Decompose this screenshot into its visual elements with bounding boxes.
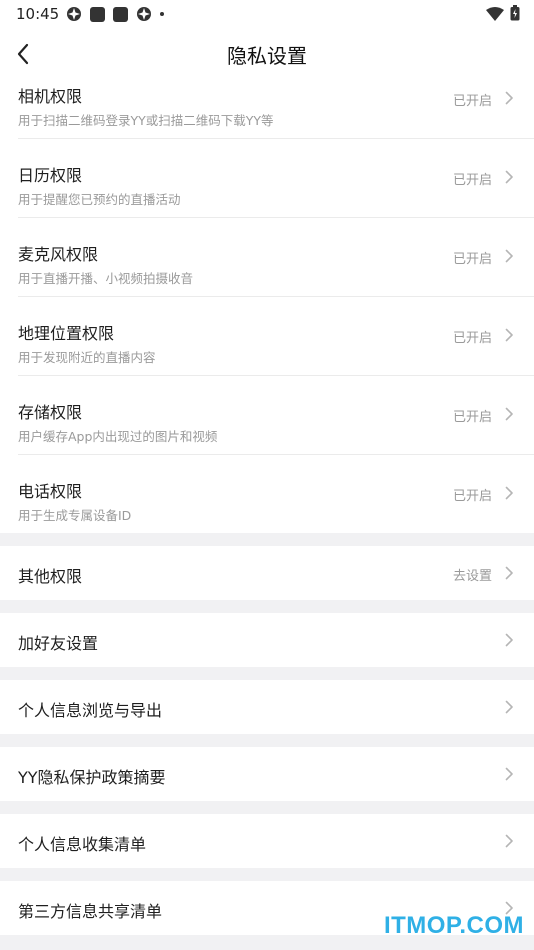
add-friend-settings-item[interactable]: 加好友设置 — [0, 613, 534, 667]
settings-scroll-area[interactable]: 相机权限 用于扫描二维码登录YY或扫描二维码下载YY等 已开启 日历权限 用于提… — [0, 60, 534, 950]
permission-title: 相机权限 — [18, 87, 83, 106]
square-notification-icon — [113, 6, 128, 22]
app-notification-icon — [136, 6, 152, 22]
permission-item-location[interactable]: 地理位置权限 用于发现附近的直播内容 已开启 — [18, 297, 534, 376]
permission-title: 麦克风权限 — [18, 245, 99, 264]
permission-title: 电话权限 — [18, 482, 83, 501]
chevron-right-icon — [505, 566, 513, 580]
permission-desc: 用于扫描二维码登录YY或扫描二维码下载YY等 — [18, 113, 274, 128]
other-permissions-status: 去设置 — [452, 569, 492, 584]
status-icons-left — [66, 6, 164, 22]
permission-title: 地理位置权限 — [18, 324, 115, 343]
chevron-right-icon — [505, 633, 513, 647]
app-notification-icon — [66, 6, 82, 22]
settings-item-title: 个人信息收集清单 — [18, 835, 147, 854]
status-bar: 10:45 — [0, 0, 534, 28]
permission-title: 存储权限 — [18, 403, 83, 422]
permission-item-storage[interactable]: 存储权限 用户缓存App内出现过的图片和视频 已开启 — [18, 376, 534, 455]
other-permissions-item[interactable]: 其他权限 去设置 — [0, 546, 534, 600]
chevron-right-icon — [505, 91, 513, 105]
chevron-right-icon — [505, 407, 513, 421]
square-notification-icon — [90, 6, 105, 22]
site-watermark: ITMOP.COM — [383, 912, 524, 939]
permission-desc: 用于提醒您已预约的直播活动 — [18, 192, 181, 207]
permission-desc: 用户缓存App内出现过的图片和视频 — [18, 429, 218, 444]
chevron-right-icon — [505, 700, 513, 714]
settings-item-title: YY隐私保护政策摘要 — [18, 768, 166, 787]
nav-bar: 隐私设置 — [0, 28, 534, 80]
chevron-right-icon — [505, 834, 513, 848]
permission-status: 已开启 — [452, 489, 492, 504]
battery-icon — [510, 5, 520, 25]
other-permissions-title: 其他权限 — [18, 567, 83, 586]
permission-item-phone[interactable]: 电话权限 用于生成专属设备ID 已开启 — [18, 455, 534, 533]
settings-item-title: 第三方信息共享清单 — [18, 902, 163, 921]
privacy-policy-summary-item[interactable]: YY隐私保护政策摘要 — [0, 747, 534, 801]
chevron-right-icon — [505, 486, 513, 500]
personal-info-export-item[interactable]: 个人信息浏览与导出 — [0, 680, 534, 734]
permission-desc: 用于发现附近的直播内容 — [18, 350, 156, 365]
permission-status: 已开启 — [452, 410, 492, 425]
settings-item-title: 加好友设置 — [18, 634, 99, 653]
permission-desc: 用于直播开播、小视频拍摄收音 — [18, 271, 194, 286]
chevron-right-icon — [505, 328, 513, 342]
status-time: 10:45 — [16, 5, 60, 23]
settings-item-title: 个人信息浏览与导出 — [18, 701, 163, 720]
chevron-right-icon — [505, 767, 513, 781]
chevron-right-icon — [505, 249, 513, 263]
permission-status: 已开启 — [452, 331, 492, 346]
status-icons-right — [486, 5, 520, 25]
permissions-group: 相机权限 用于扫描二维码登录YY或扫描二维码下载YY等 已开启 日历权限 用于提… — [0, 60, 534, 533]
permission-item-microphone[interactable]: 麦克风权限 用于直播开播、小视频拍摄收音 已开启 — [18, 218, 534, 297]
page-title: 隐私设置 — [227, 44, 307, 68]
chevron-right-icon — [505, 170, 513, 184]
more-dot-icon — [160, 12, 164, 16]
permission-status: 已开启 — [452, 252, 492, 267]
permission-item-calendar[interactable]: 日历权限 用于提醒您已预约的直播活动 已开启 — [18, 139, 534, 218]
permission-title: 日历权限 — [18, 166, 83, 185]
permission-status: 已开启 — [452, 94, 492, 109]
info-collection-list-item[interactable]: 个人信息收集清单 — [0, 814, 534, 868]
permission-desc: 用于生成专属设备ID — [18, 508, 132, 523]
permission-status: 已开启 — [452, 173, 492, 188]
wifi-icon — [486, 6, 504, 25]
